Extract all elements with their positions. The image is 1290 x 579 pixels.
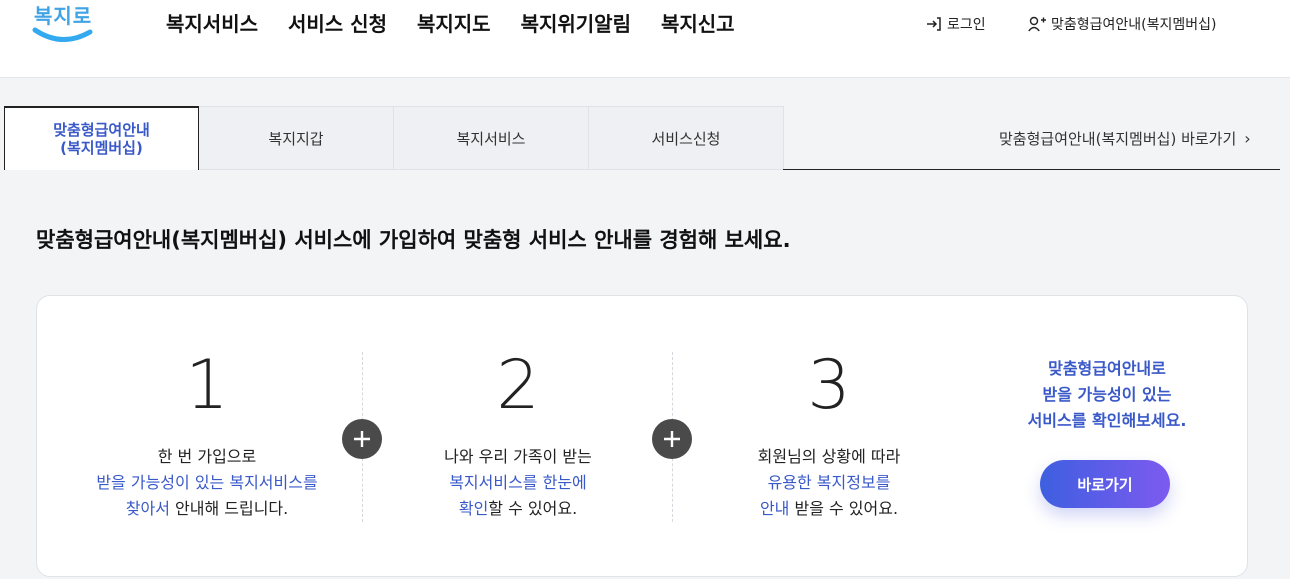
tab-service-apply[interactable]: 서비스신청 xyxy=(589,106,784,170)
step-3-number: 3 xyxy=(807,346,851,425)
chevron-right-icon: › xyxy=(1244,129,1251,148)
nav-welfare-report[interactable]: 복지신고 xyxy=(661,8,735,40)
plus-icon xyxy=(652,419,692,459)
tab-welfare-wallet[interactable]: 복지지갑 xyxy=(199,106,394,170)
user-add-icon xyxy=(1028,16,1046,32)
cta-line1: 맞춤형급여안내로 xyxy=(1048,359,1166,378)
cta-text: 맞춤형급여안내로 받을 가능성이 있는 서비스를 확인해보세요. xyxy=(1007,356,1207,434)
shortcut-label: 맞춤형급여안내(복지멤버십) 바로가기 xyxy=(999,130,1237,148)
step-1-number: 1 xyxy=(185,346,229,425)
tab-membership[interactable]: 맞춤형급여안내 (복지멤버십) xyxy=(4,106,199,170)
login-label: 로그인 xyxy=(947,17,986,33)
cta-line3: 서비스를 확인해보세요. xyxy=(1027,411,1187,430)
step-2-line2: 복지서비스를 한눈에 xyxy=(449,473,587,492)
step-2-highlight: 확인 xyxy=(458,499,489,518)
nav-service-apply[interactable]: 서비스 신청 xyxy=(288,8,387,40)
tab-welfare-services[interactable]: 복지서비스 xyxy=(394,106,589,170)
nav-welfare-map[interactable]: 복지지도 xyxy=(417,8,491,40)
logo-smile-icon xyxy=(32,27,93,42)
go-button[interactable]: 바로가기 xyxy=(1040,460,1170,508)
login-link[interactable]: 로그인 xyxy=(926,14,986,34)
site-header: 복지로 복지서비스 서비스 신청 복지지도 복지위기알림 복지신고 로그인 맞춤… xyxy=(0,0,1290,78)
step-3-line3: 안내 받을 수 있어요. xyxy=(689,496,969,522)
membership-label: 맞춤형급여안내(복지멤버십) xyxy=(1051,17,1217,33)
cta-line2: 받을 가능성이 있는 xyxy=(1042,385,1172,404)
step-2-line3: 확인할 수 있어요. xyxy=(378,496,658,522)
membership-shortcut-link[interactable]: 맞춤형급여안내(복지멤버십) 바로가기 › xyxy=(999,128,1251,149)
membership-steps-card: 1 한 번 가입으로 받을 가능성이 있는 복지서비스를 찾아서 안내해 드립니… xyxy=(36,295,1248,577)
step-3-highlight: 안내 xyxy=(759,499,790,518)
nav-crisis-alert[interactable]: 복지위기알림 xyxy=(521,8,631,40)
intro-heading: 맞춤형급여안내(복지멤버십) 서비스에 가입하여 맞춤형 서비스 안내를 경험해… xyxy=(36,228,791,252)
tab-bar: 맞춤형급여안내 (복지멤버십) 복지지갑 복지서비스 서비스신청 xyxy=(4,106,784,170)
step-3-line2: 유용한 복지정보를 xyxy=(767,473,891,492)
step-1-line1: 한 번 가입으로 xyxy=(157,447,257,466)
membership-link[interactable]: 맞춤형급여안내(복지멤버십) xyxy=(1028,14,1216,34)
step-1-line3: 찾아서 안내해 드립니다. xyxy=(67,496,347,522)
login-icon xyxy=(927,17,941,31)
step-1-highlight: 찾아서 xyxy=(125,499,170,518)
main-nav: 복지서비스 서비스 신청 복지지도 복지위기알림 복지신고 xyxy=(166,8,765,40)
step-2-number: 2 xyxy=(496,346,540,425)
nav-welfare-services[interactable]: 복지서비스 xyxy=(166,8,258,40)
logo[interactable]: 복지로 xyxy=(32,0,94,48)
tab-membership-line1: 맞춤형급여안내 xyxy=(53,121,150,139)
step-3-text: 회원님의 상황에 따라 유용한 복지정보를 안내 받을 수 있어요. xyxy=(689,444,969,522)
step-3-rest: 받을 수 있어요. xyxy=(789,499,899,518)
step-2-rest: 할 수 있어요. xyxy=(488,499,578,518)
step-2-text: 나와 우리 가족이 받는 복지서비스를 한눈에 확인할 수 있어요. xyxy=(378,444,658,522)
step-3-line1: 회원님의 상황에 따라 xyxy=(757,447,901,466)
step-1-rest: 안내해 드립니다. xyxy=(169,499,289,518)
step-2-line1: 나와 우리 가족이 받는 xyxy=(444,447,592,466)
step-1-line2: 받을 가능성이 있는 복지서비스를 xyxy=(96,473,318,492)
step-1-text: 한 번 가입으로 받을 가능성이 있는 복지서비스를 찾아서 안내해 드립니다. xyxy=(67,444,347,522)
plus-icon xyxy=(342,419,382,459)
tab-underline xyxy=(783,169,1280,170)
tab-membership-line2: (복지멤버십) xyxy=(60,139,143,157)
